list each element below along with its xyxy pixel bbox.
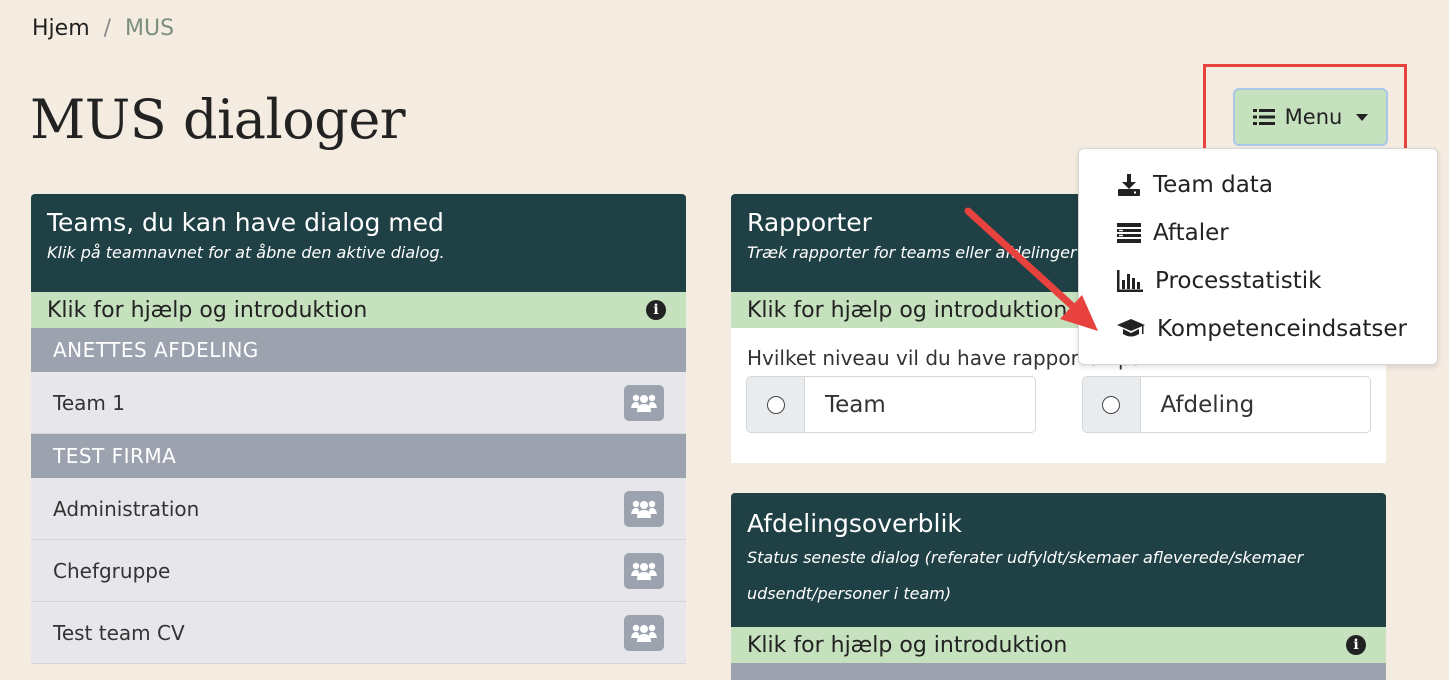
breadcrumb-separator: / [103,16,112,41]
menu-item-label: Processtatistik [1155,268,1322,294]
info-icon: i [646,300,666,320]
page-title: MUS dialoger [30,88,406,151]
radio-button[interactable] [1102,395,1120,414]
team-name-link[interactable]: Administration [53,497,199,521]
group-header: TEST FIRMA [31,434,686,478]
team-members-button[interactable] [624,384,664,421]
menu-item-kompetenceindsatser[interactable]: Kompetenceindsatser [1079,305,1437,353]
menu-item-label: Team data [1153,172,1273,198]
red-arrow-annotation [964,207,1098,331]
users-icon [631,394,657,412]
teams-panel: Teams, du kan have dialog med Klik på te… [31,194,686,664]
radio-button[interactable] [766,395,785,414]
overview-panel-header: Afdelingsoverblik Status seneste dialog … [731,493,1386,627]
menu-item-processtatistik[interactable]: Processtatistik [1079,257,1437,305]
team-members-button[interactable] [624,552,664,589]
radio-label: Team [825,391,886,418]
help-bar-label: Klik for hjælp og introduktion [47,297,368,323]
users-icon [631,624,657,642]
users-icon [631,500,657,518]
menu-item-team-data[interactable]: Team data [1079,161,1437,209]
teams-panel-subtitle: Klik på teamnavnet for at åbne den aktiv… [47,243,445,262]
overview-help-bar[interactable]: Klik for hjælp og introduktion i [731,627,1386,663]
download-icon [1118,174,1140,196]
bar-chart-icon [1117,270,1143,292]
team-name-link[interactable]: Team 1 [53,391,125,415]
teams-panel-title: Teams, du kan have dialog med [47,208,444,237]
overview-panel-title: Afdelingsoverblik [747,509,962,538]
graduation-cap-icon [1117,319,1145,337]
team-row[interactable]: Administration [31,478,686,540]
menu-item-label: Kompetenceindsatser [1157,316,1407,342]
radio-option-afdeling[interactable]: Afdeling [1081,376,1371,433]
info-icon: i [1346,635,1366,655]
overview-group-header [731,663,1386,680]
menu-item-aftaler[interactable]: Aftaler [1079,209,1437,257]
breadcrumb-home-link[interactable]: Hjem [32,16,90,41]
team-row[interactable]: Team 1 [31,372,686,434]
team-members-button[interactable] [624,614,664,651]
users-icon [631,562,657,580]
team-name-link[interactable]: Chefgruppe [53,559,170,583]
overview-panel-subtitle: Status seneste dialog (referater udfyldt… [747,548,1304,603]
group-header: ANETTES AFDELING [31,328,686,372]
radio-option-team[interactable]: Team [746,376,1036,433]
help-bar-label: Klik for hjælp og introduktion [747,632,1068,658]
team-row[interactable]: Chefgruppe [31,540,686,602]
team-row[interactable]: Test team CV [31,602,686,664]
teams-help-bar[interactable]: Klik for hjælp og introduktion i [31,292,686,328]
team-name-link[interactable]: Test team CV [53,621,185,645]
breadcrumb: Hjem / MUS [32,16,174,41]
report-level-options: Team Afdeling [731,370,1386,433]
teams-panel-header: Teams, du kan have dialog med Klik på te… [31,194,686,292]
breadcrumb-current: MUS [125,16,175,41]
menu-dropdown: Team data Aftaler Processtatistik Kompet… [1078,148,1438,365]
radio-label: Afdeling [1160,391,1255,418]
overview-panel: Afdelingsoverblik Status seneste dialog … [731,493,1386,680]
menu-item-label: Aftaler [1153,220,1229,246]
list-icon [1117,223,1141,243]
team-members-button[interactable] [624,490,664,527]
